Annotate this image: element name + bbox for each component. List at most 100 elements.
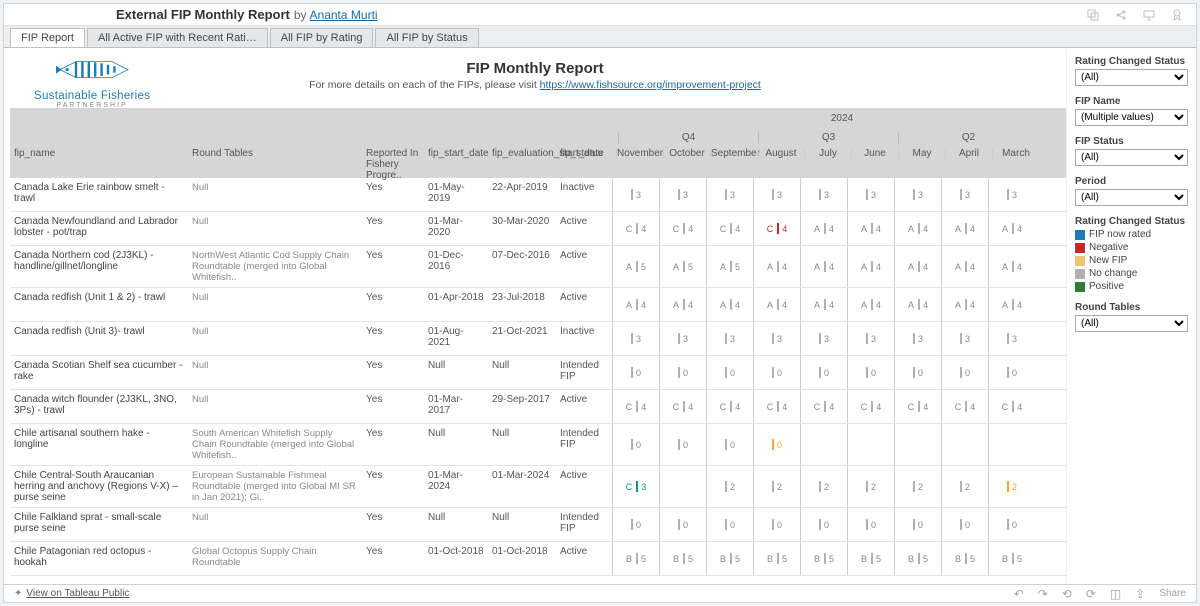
legend-text: New FIP bbox=[1089, 255, 1127, 266]
legend-item[interactable]: No change bbox=[1075, 268, 1188, 279]
cell-month: B5 bbox=[988, 542, 1035, 575]
quarter-header: Q4 bbox=[618, 132, 758, 143]
cell-reported: Yes bbox=[362, 466, 424, 507]
cell-round-tables: Null bbox=[188, 356, 362, 389]
tab-3[interactable]: All FIP by Status bbox=[375, 28, 478, 47]
copy-icon[interactable] bbox=[1086, 8, 1100, 22]
cell-start: 01-Dec-2016 bbox=[424, 246, 488, 287]
author-link[interactable]: Ananta Murti bbox=[310, 8, 378, 22]
cell-name: Chile Central-South Araucanian herring a… bbox=[10, 466, 188, 507]
legend-item[interactable]: Negative bbox=[1075, 242, 1188, 253]
month-header[interactable]: June bbox=[851, 148, 898, 159]
cell-month: 0 bbox=[659, 424, 706, 465]
cell-month: 3 bbox=[894, 322, 941, 355]
cell-month: A5 bbox=[612, 246, 659, 287]
cell-month: C4 bbox=[612, 212, 659, 245]
table-row[interactable]: Canada Scotian Shelf sea cucumber - rake… bbox=[10, 356, 1066, 390]
table-row[interactable]: Canada Northern cod (2J3KL) - handline/g… bbox=[10, 246, 1066, 288]
col-start-date[interactable]: fip_start_date bbox=[424, 148, 488, 159]
filter-rt-select[interactable]: (All) bbox=[1075, 315, 1188, 332]
cell-name: Canada redfish (Unit 1 & 2) - trawl bbox=[10, 288, 188, 321]
col-fip-status[interactable]: fip_status bbox=[556, 148, 612, 159]
cell-eval: Null bbox=[488, 424, 556, 465]
table-row[interactable]: Canada redfish (Unit 1 & 2) - trawlNullY… bbox=[10, 288, 1066, 322]
table-row[interactable]: Chile Central-South Araucanian herring a… bbox=[10, 466, 1066, 508]
cell-round-tables: Null bbox=[188, 288, 362, 321]
undo-icon[interactable]: ↶ bbox=[1014, 587, 1024, 601]
cell-month: A4 bbox=[941, 212, 988, 245]
cell-month: 0 bbox=[659, 356, 706, 389]
workbook-title: External FIP Monthly Report bbox=[116, 7, 290, 22]
cell-month: 0 bbox=[753, 508, 800, 541]
cell-eval: 21-Oct-2021 bbox=[488, 322, 556, 355]
cell-status: Inactive bbox=[556, 178, 612, 211]
tab-0[interactable]: FIP Report bbox=[10, 28, 85, 47]
cell-eval: 22-Apr-2019 bbox=[488, 178, 556, 211]
table-row[interactable]: Chile artisanal southern hake - longline… bbox=[10, 424, 1066, 466]
legend-text: Positive bbox=[1089, 281, 1124, 292]
report-title: FIP Monthly Report bbox=[4, 60, 1066, 77]
revert-icon[interactable]: ⟲ bbox=[1062, 587, 1072, 601]
cell-reported: Yes bbox=[362, 288, 424, 321]
cell-month: A5 bbox=[706, 246, 753, 287]
table-row[interactable]: Chile Falkland sprat - small-scale purse… bbox=[10, 508, 1066, 542]
month-header[interactable]: April bbox=[945, 148, 992, 159]
cell-name: Canada Scotian Shelf sea cucumber - rake bbox=[10, 356, 188, 389]
month-header[interactable]: September bbox=[710, 148, 757, 159]
cell-month: 0 bbox=[988, 508, 1035, 541]
col-eval-date[interactable]: fip_evaluation_start_date bbox=[488, 148, 556, 159]
month-header[interactable]: August bbox=[757, 148, 804, 159]
table-row[interactable]: Chile Patagonian red octopus - hookahGlo… bbox=[10, 542, 1066, 576]
legend-item[interactable]: FIP now rated bbox=[1075, 229, 1188, 240]
refresh-icon[interactable]: ⟳ bbox=[1086, 587, 1096, 601]
filter-fipstatus-select[interactable]: (All) bbox=[1075, 149, 1188, 166]
cell-name: Canada redfish (Unit 3)- trawl bbox=[10, 322, 188, 355]
col-reported[interactable]: Reported In Fishery Progre.. bbox=[362, 148, 424, 181]
col-fip-name[interactable]: fip_name bbox=[10, 148, 188, 159]
table-row[interactable]: Canada redfish (Unit 3)- trawlNullYes01-… bbox=[10, 322, 1066, 356]
details-link[interactable]: https://www.fishsource.org/improvement-p… bbox=[540, 79, 761, 91]
share-label[interactable]: Share bbox=[1159, 588, 1186, 599]
grid-rows[interactable]: Canada Lake Erie rainbow smelt - trawlNu… bbox=[10, 178, 1066, 576]
table-row[interactable]: Canada witch flounder (2J3KL, 3NO, 3Ps) … bbox=[10, 390, 1066, 424]
legend-swatch bbox=[1075, 256, 1085, 266]
month-header[interactable]: October bbox=[663, 148, 710, 159]
cell-month: 3 bbox=[706, 178, 753, 211]
legend-item[interactable]: Positive bbox=[1075, 281, 1188, 292]
cell-eval: 07-Dec-2016 bbox=[488, 246, 556, 287]
tab-1[interactable]: All Active FIP with Recent Rati… bbox=[87, 28, 268, 47]
cell-status: Active bbox=[556, 288, 612, 321]
cell-status: Inactive bbox=[556, 322, 612, 355]
present-icon[interactable] bbox=[1142, 8, 1156, 22]
cell-month: 0 bbox=[941, 508, 988, 541]
cell-month: A4 bbox=[847, 288, 894, 321]
tab-2[interactable]: All FIP by Rating bbox=[270, 28, 374, 47]
share-footer-icon[interactable]: ⇪ bbox=[1135, 587, 1145, 601]
redo-icon[interactable]: ↷ bbox=[1038, 587, 1048, 601]
filter-fipname-select[interactable]: (Multiple values) bbox=[1075, 109, 1188, 126]
month-header[interactable]: November bbox=[616, 148, 663, 159]
month-header[interactable]: March bbox=[992, 148, 1039, 159]
legend-item[interactable]: New FIP bbox=[1075, 255, 1188, 266]
cell-eval: 29-Sep-2017 bbox=[488, 390, 556, 423]
month-header[interactable]: May bbox=[898, 148, 945, 159]
cell-name: Canada witch flounder (2J3KL, 3NO, 3Ps) … bbox=[10, 390, 188, 423]
cell-month: A4 bbox=[800, 288, 847, 321]
table-row[interactable]: Canada Lake Erie rainbow smelt - trawlNu… bbox=[10, 178, 1066, 212]
badge-icon[interactable] bbox=[1170, 8, 1184, 22]
cell-month bbox=[894, 424, 941, 465]
table-row[interactable]: Canada Newfoundland and Labrador lobster… bbox=[10, 212, 1066, 246]
cell-month: 3 bbox=[706, 322, 753, 355]
cell-eval: Null bbox=[488, 508, 556, 541]
cell-status: Active bbox=[556, 466, 612, 507]
year-header: 2024 bbox=[618, 113, 1066, 124]
filter-rcs-select[interactable]: (All) bbox=[1075, 69, 1188, 86]
pause-icon[interactable]: ◫ bbox=[1110, 587, 1121, 601]
share-icon[interactable] bbox=[1114, 8, 1128, 22]
by-label: by bbox=[294, 8, 307, 22]
view-public-link[interactable]: View on Tableau Public bbox=[26, 588, 129, 599]
filter-period-label: Period bbox=[1075, 176, 1188, 187]
month-header[interactable]: July bbox=[804, 148, 851, 159]
filter-period-select[interactable]: (All) bbox=[1075, 189, 1188, 206]
col-round-tables[interactable]: Round Tables bbox=[188, 148, 362, 159]
